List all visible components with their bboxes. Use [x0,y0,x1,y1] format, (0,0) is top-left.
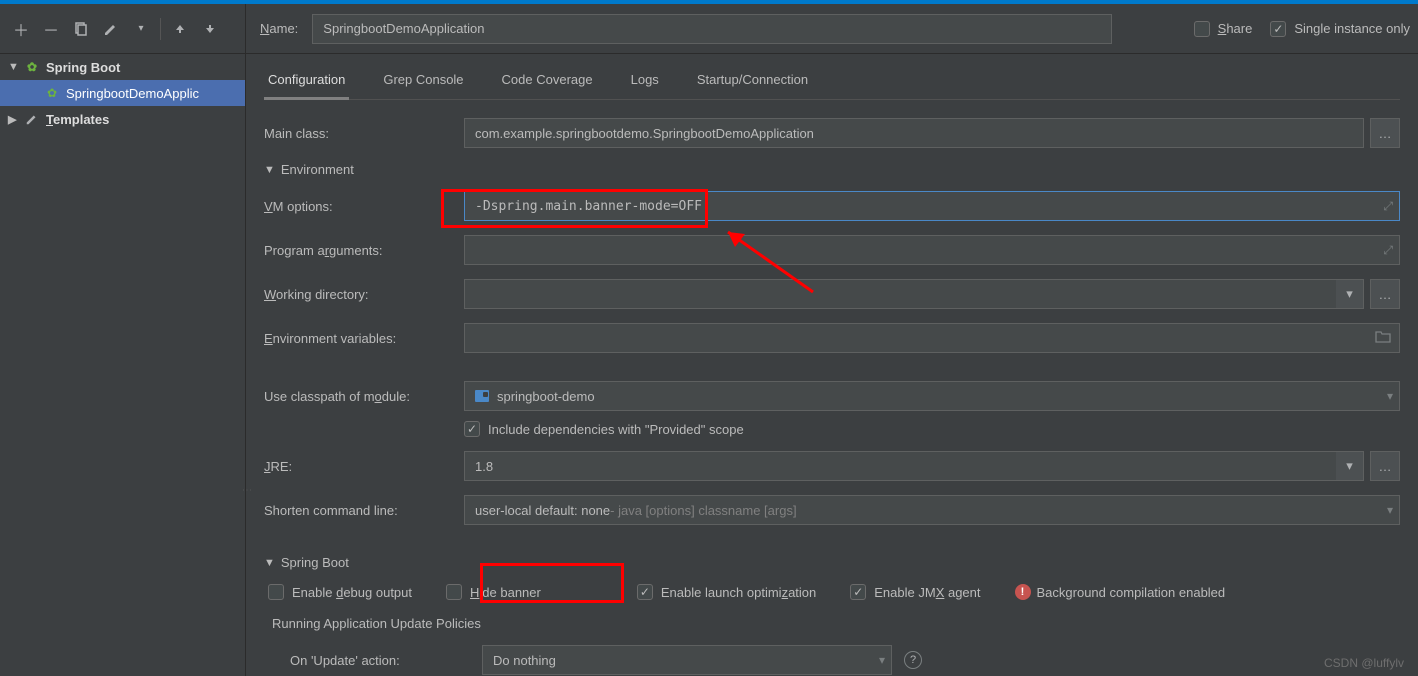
jre-dropdown[interactable]: ▾ [1336,451,1364,481]
tree-springboot-group[interactable]: ▼ ✿ Spring Boot [0,54,245,80]
checkbox-icon [464,421,480,437]
copy-button[interactable] [66,14,96,44]
on-update-label: On 'Update' action: [290,653,482,668]
top-toolbar: ＋ － ▾ Name: Share Single instance only [0,4,1418,54]
expand-arrow-icon: ▼ [264,164,275,176]
shorten-cmd-label: Shorten command line: [264,503,464,518]
expand-arrow-icon: ▼ [8,61,18,73]
checkbox-icon [1270,21,1286,37]
expand-arrow-icon: ▼ [264,557,275,569]
program-args-input[interactable]: ⤢ [464,235,1400,265]
wrench-icon [24,111,40,127]
tab-logs[interactable]: Logs [627,64,663,99]
browse-main-class-button[interactable]: … [1370,118,1400,148]
environment-section-header[interactable]: ▼ Environment [264,162,1400,177]
chevron-down-icon: ▾ [879,653,885,667]
include-provided-checkbox[interactable]: Include dependencies with "Provided" sco… [464,421,744,437]
warning-icon: ! [1015,584,1031,600]
tab-configuration[interactable]: Configuration [264,64,349,100]
move-down-button[interactable] [195,14,225,44]
single-instance-checkbox[interactable]: Single instance only [1270,21,1410,37]
enable-jmx-checkbox[interactable]: Enable JMX agent [850,584,980,600]
env-vars-input[interactable] [464,323,1400,353]
checkbox-icon [268,584,284,600]
tab-code-coverage[interactable]: Code Coverage [498,64,597,99]
browse-jre-button[interactable]: … [1370,451,1400,481]
splitter-handle[interactable]: ⋮ [244,460,249,520]
main-class-label: Main class: [264,126,464,141]
running-app-policies-header: Running Application Update Policies [272,616,1400,631]
enable-debug-checkbox[interactable]: Enable debug output [268,584,412,600]
working-dir-label: Working directory: [264,287,464,302]
working-dir-dropdown[interactable]: ▾ [1336,279,1364,309]
remove-button[interactable]: － [36,14,66,44]
enable-launch-opt-checkbox[interactable]: Enable launch optimization [637,584,816,600]
working-dir-input[interactable] [464,279,1336,309]
chevron-down-icon: ▾ [1387,503,1393,517]
bg-compile-warning: ! Background compilation enabled [1015,584,1226,600]
separator [160,18,161,40]
jre-input[interactable]: 1.8 [464,451,1336,481]
checkbox-icon [1194,21,1210,37]
browse-working-dir-button[interactable]: … [1370,279,1400,309]
spring-leaf-icon: ✿ [44,85,60,101]
tree-templates-group[interactable]: ▶ Templates [0,106,245,132]
name-label: Name: [260,21,298,36]
settings-button[interactable] [96,14,126,44]
tab-startup-connection[interactable]: Startup/Connection [693,64,812,99]
checkbox-icon [446,584,462,600]
folder-icon[interactable] [1375,330,1391,346]
add-button[interactable]: ＋ [6,14,36,44]
main-class-input[interactable]: com.example.springbootdemo.SpringbootDem… [464,118,1364,148]
on-update-select[interactable]: Do nothing ▾ [482,645,892,675]
tree-springbootdemo-app[interactable]: ✿ SpringbootDemoApplic [0,80,245,106]
vm-options-input[interactable]: -Dspring.main.banner-mode=OFF ⤢ [464,191,1400,221]
help-icon[interactable]: ? [904,651,922,669]
hide-banner-checkbox[interactable]: Hide banner [446,584,541,600]
classpath-label: Use classpath of module: [264,389,464,404]
share-checkbox[interactable]: Share [1194,21,1253,37]
checkbox-icon [850,584,866,600]
config-panel: Configuration Grep Console Code Coverage… [246,54,1418,676]
checkbox-icon [637,584,653,600]
tree-toolbar: ＋ － ▾ [0,4,246,53]
spring-boot-section-header[interactable]: ▼ Spring Boot [264,555,1400,570]
module-icon [475,390,489,402]
name-input[interactable] [312,14,1112,44]
collapse-arrow-icon: ▶ [8,113,18,126]
expand-field-icon[interactable]: ⤢ [1383,243,1393,258]
spring-leaf-icon: ✿ [24,59,40,75]
jre-label: JRE: [264,459,464,474]
shorten-cmd-select[interactable]: user-local default: none - java [options… [464,495,1400,525]
tab-bar: Configuration Grep Console Code Coverage… [264,64,1400,100]
run-config-tree: ▼ ✿ Spring Boot ✿ SpringbootDemoApplic ▶… [0,54,246,676]
program-args-label: Program arguments: [264,243,464,258]
move-up-button[interactable] [165,14,195,44]
chevron-down-icon: ▾ [1387,389,1393,403]
classpath-module-select[interactable]: springboot-demo ▾ [464,381,1400,411]
env-vars-label: Environment variables: [264,331,464,346]
tab-grep-console[interactable]: Grep Console [379,64,467,99]
expand-field-icon[interactable]: ⤢ [1383,199,1393,214]
vm-options-label: VM options: [264,199,464,214]
watermark-text: CSDN @luffylv [1324,656,1404,670]
wrench-dropdown[interactable]: ▾ [126,14,156,44]
